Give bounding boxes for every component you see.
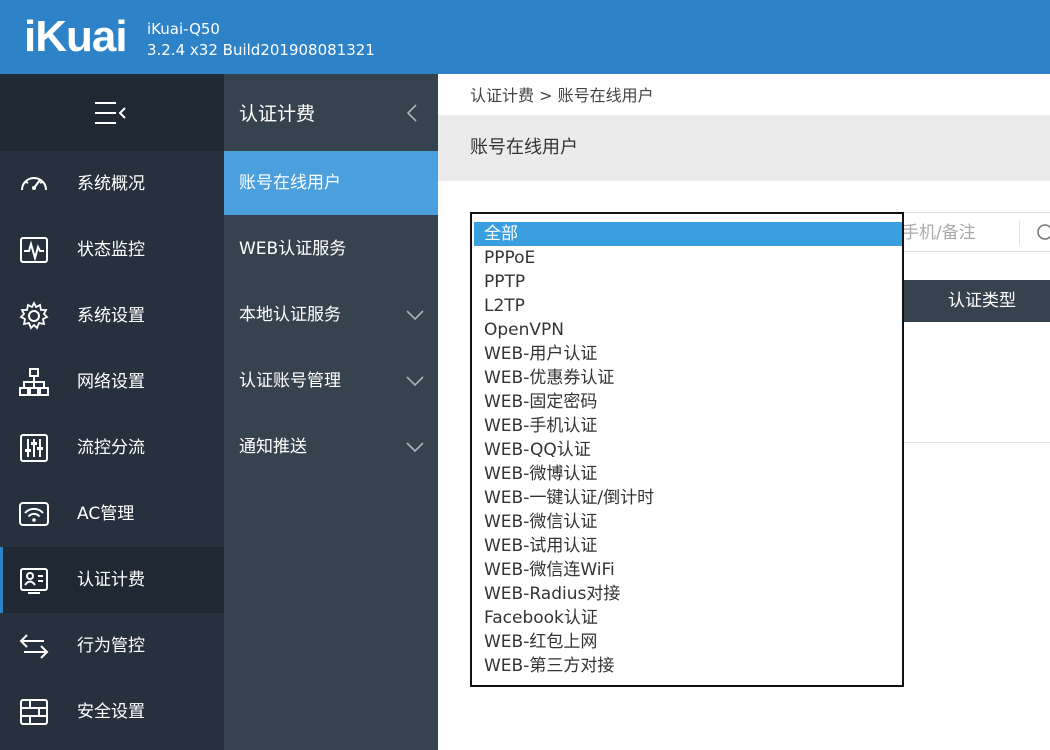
firewall-icon: [20, 699, 48, 725]
subnav-item-label: WEB认证服务: [239, 239, 347, 259]
network-icon: [19, 368, 49, 396]
sidebar-item-network-settings[interactable]: 网络设置: [0, 349, 224, 415]
id-card-icon: [20, 568, 48, 594]
swap-arrows-icon: [19, 634, 49, 659]
sidebar-item-overview[interactable]: 系统概况: [0, 151, 224, 217]
subnav-item-local-auth-service[interactable]: 本地认证服务: [224, 283, 438, 347]
dropdown-option[interactable]: WEB-试用认证: [474, 534, 902, 558]
dropdown-option[interactable]: PPPoE: [474, 246, 902, 270]
dropdown-option[interactable]: WEB-微信连WiFi: [474, 558, 902, 582]
sidebar-item-flow-control[interactable]: 流控分流: [0, 415, 224, 481]
sidebar-item-auth-billing[interactable]: 认证计费: [0, 547, 224, 613]
menu-collapse-icon: [95, 102, 126, 124]
dropdown-option[interactable]: OpenVPN: [474, 318, 902, 342]
dropdown-option[interactable]: WEB-红包上网: [474, 630, 902, 654]
auth-type-dropdown-list[interactable]: 全部 PPPoE PPTP L2TP OpenVPN WEB-用户认证 WEB-…: [470, 212, 904, 687]
subnav-header[interactable]: 认证计费: [224, 74, 438, 151]
search-icon[interactable]: [1036, 223, 1050, 243]
subnav-item-auth-account-management[interactable]: 认证账号管理: [224, 349, 438, 413]
column-header-auth-type[interactable]: 认证类型: [948, 288, 1016, 314]
chevron-down-icon: [406, 442, 424, 453]
sidebar-item-label: 流控分流: [77, 438, 145, 458]
sidebar-item-label: 认证计费: [77, 570, 145, 590]
sidebar-item-system-settings[interactable]: 系统设置: [0, 283, 224, 349]
table-header: 认证类型: [880, 280, 1050, 322]
subnav-item-online-users[interactable]: 账号在线用户: [224, 151, 438, 215]
sidebar-item-label: AC管理: [77, 504, 135, 524]
sub-navigation: 认证计费 账号在线用户 WEB认证服务 本地认证服务 认证账号管理 通知推送: [224, 74, 438, 750]
sidebar-item-label: 状态监控: [77, 240, 145, 260]
sidebar-item-ac-management[interactable]: AC管理: [0, 481, 224, 547]
sidebar-item-behavior-control[interactable]: 行为管控: [0, 613, 224, 679]
main-sidebar: 系统概况 状态监控 系统设置 网络设置 流控分流 AC管理 认证计费 行为管控 …: [0, 74, 224, 750]
ikuai-logo[interactable]: iKuai: [24, 12, 128, 62]
breadcrumb: 认证计费 > 账号在线用户: [470, 86, 654, 105]
sidebar-item-label: 系统设置: [77, 306, 145, 326]
table-divider: [880, 442, 1050, 443]
gear-icon: [19, 300, 49, 330]
dropdown-option[interactable]: WEB-一键认证/倒计时: [474, 486, 902, 510]
subnav-item-label: 认证账号管理: [239, 371, 341, 391]
search-placeholder: 手机/备注: [902, 223, 976, 243]
search-input[interactable]: 手机/备注: [880, 212, 1050, 252]
subnav-item-web-auth-service[interactable]: WEB认证服务: [224, 217, 438, 281]
dropdown-option[interactable]: Facebook认证: [474, 606, 902, 630]
search-divider: [1019, 221, 1020, 245]
dropdown-option[interactable]: WEB-固定密码: [474, 390, 902, 414]
subnav-item-label: 本地认证服务: [239, 305, 341, 325]
chevron-left-icon[interactable]: [406, 104, 418, 122]
sidebar-item-label: 安全设置: [77, 702, 145, 722]
sidebar-item-label: 网络设置: [77, 372, 145, 392]
sidebar-item-security-settings[interactable]: 安全设置: [0, 679, 224, 745]
sidebar-item-label: 行为管控: [77, 636, 145, 656]
firmware-version: 3.2.4 x32 Build201908081321: [147, 41, 375, 59]
wifi-icon: [19, 502, 49, 526]
subnav-item-label: 通知推送: [239, 437, 307, 457]
dropdown-option[interactable]: PPTP: [474, 270, 902, 294]
subnav-item-notification-push[interactable]: 通知推送: [224, 415, 438, 479]
chevron-down-icon: [406, 310, 424, 321]
dropdown-option[interactable]: L2TP: [474, 294, 902, 318]
dropdown-option[interactable]: 全部: [474, 222, 902, 246]
subnav-item-label: 账号在线用户: [239, 173, 341, 193]
dropdown-option[interactable]: WEB-用户认证: [474, 342, 902, 366]
dropdown-option[interactable]: WEB-第三方对接: [474, 654, 902, 678]
dropdown-option[interactable]: WEB-Radius对接: [474, 582, 902, 606]
dashboard-icon: [21, 177, 47, 191]
monitor-icon: [20, 237, 48, 263]
dropdown-option[interactable]: WEB-QQ认证: [474, 438, 902, 462]
dropdown-option[interactable]: WEB-手机认证: [474, 414, 902, 438]
sidebar-item-status-monitor[interactable]: 状态监控: [0, 217, 224, 283]
dropdown-option[interactable]: WEB-优惠券认证: [474, 366, 902, 390]
page-title: 账号在线用户: [470, 137, 578, 158]
top-header: iKuai iKuai-Q50 3.2.4 x32 Build201908081…: [0, 0, 1050, 74]
sliders-icon: [20, 434, 48, 462]
page-title-bar: 账号在线用户: [438, 115, 1050, 181]
sidebar-toggle-button[interactable]: [0, 74, 224, 151]
dropdown-option[interactable]: WEB-微信认证: [474, 510, 902, 534]
sidebar-item-label: 系统概况: [77, 174, 145, 194]
chevron-down-icon: [406, 376, 424, 387]
subnav-title: 认证计费: [239, 103, 316, 125]
dropdown-option[interactable]: WEB-微博认证: [474, 462, 902, 486]
device-model: iKuai-Q50: [147, 20, 220, 38]
